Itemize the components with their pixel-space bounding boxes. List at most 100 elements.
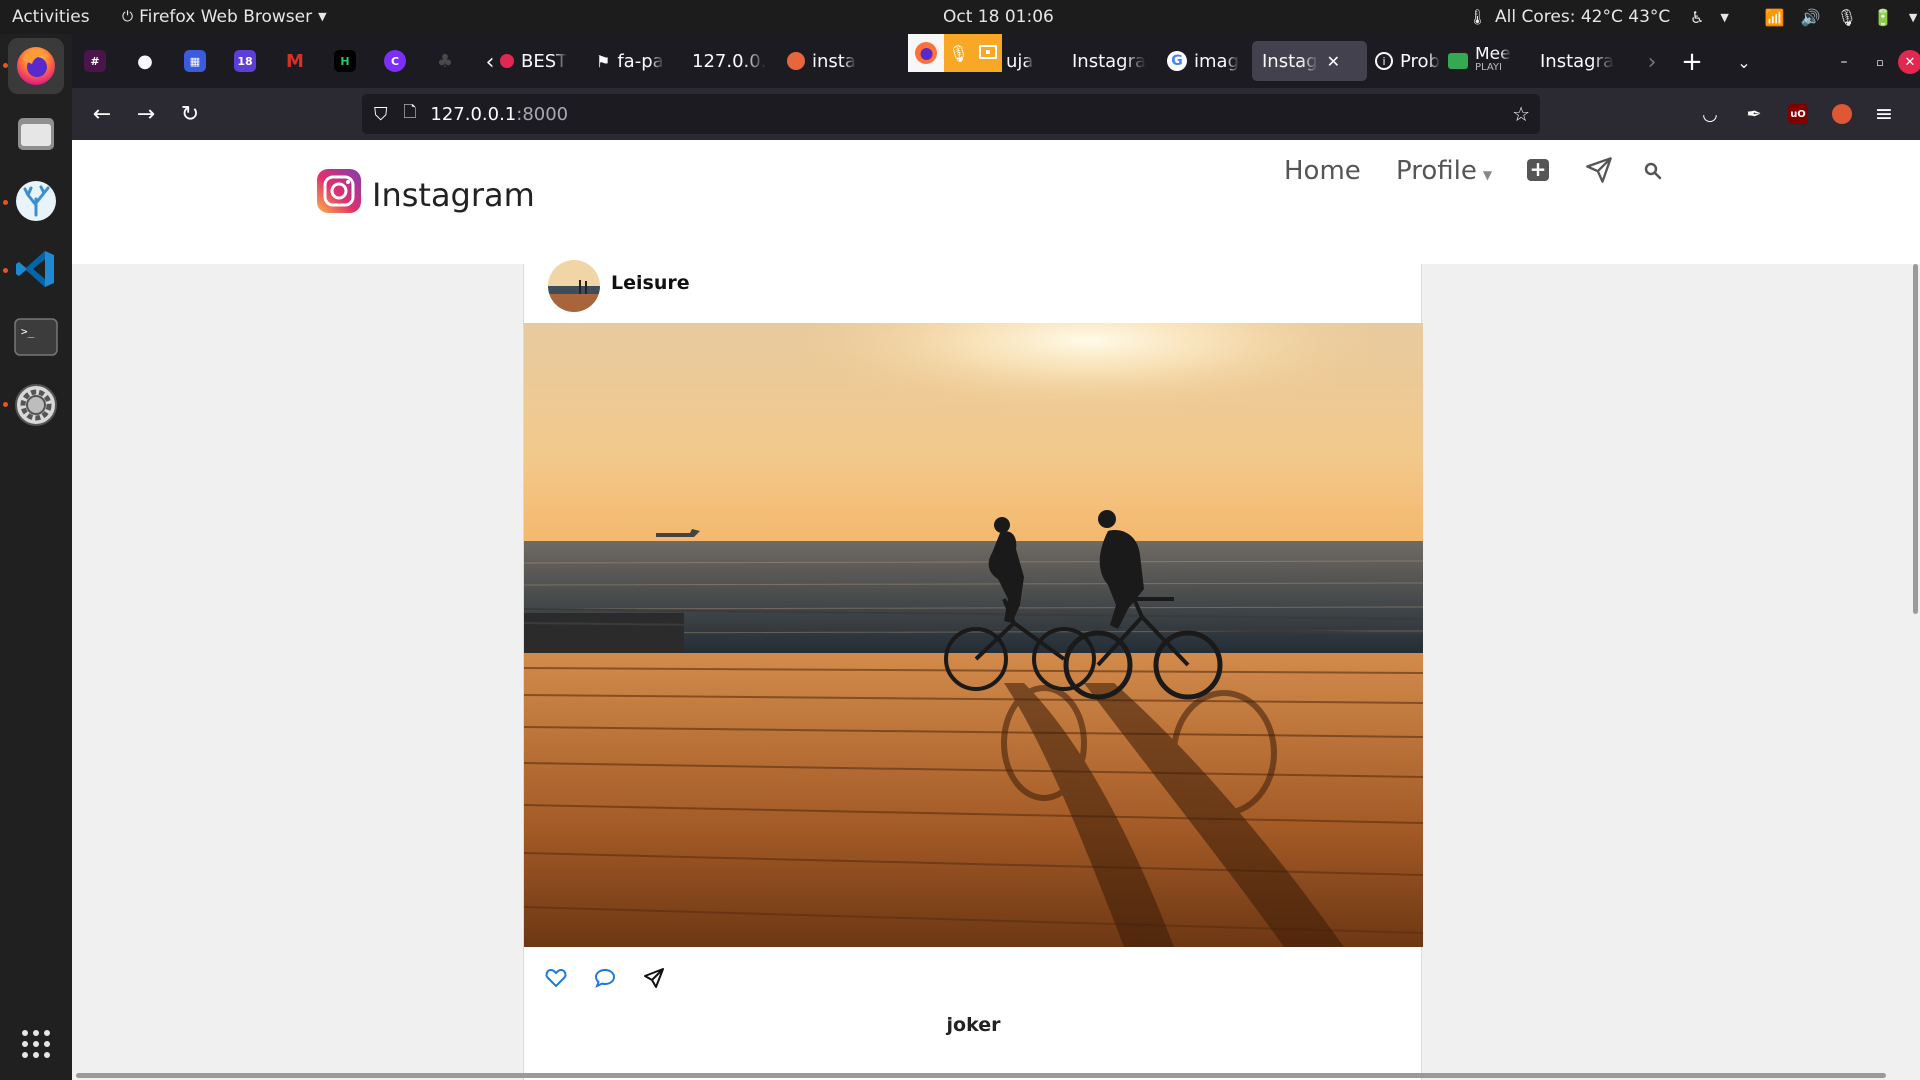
accessibility-icon[interactable]: ♿ (1690, 8, 1704, 27)
sharing-screen-icon (973, 34, 1002, 72)
tab-3[interactable]: 127.0.0. (692, 41, 788, 81)
bookmark-star-icon[interactable]: ☆ (1512, 102, 1530, 126)
firefox-small-icon: ⏻ (122, 9, 134, 25)
chevron-down-icon: ▼ (1908, 10, 1918, 24)
info-icon: i (1375, 52, 1393, 70)
coral-app-icon (16, 181, 56, 221)
tab-label: imag (1194, 50, 1239, 72)
caret-down-icon: ▼ (1482, 168, 1493, 182)
forward-icon[interactable]: → (130, 98, 162, 130)
like-heart-icon[interactable] (544, 966, 570, 992)
duckduckgo-extension-icon[interactable] (1826, 98, 1858, 130)
tab-7[interactable]: G imag (1167, 41, 1261, 81)
reload-icon[interactable]: ↻ (174, 98, 206, 130)
activities-button[interactable]: Activities (12, 0, 90, 34)
pinned-github-icon[interactable]: ● (134, 50, 156, 72)
tab-10[interactable]: Mee PLAYI (1448, 41, 1528, 81)
tab-11[interactable]: Instagra (1540, 41, 1620, 81)
dock: >_ (0, 34, 72, 1080)
system-top-bar: Activities ⏻ Firefox Web Browser ▼ Oct 1… (0, 0, 1920, 34)
comment-icon[interactable] (593, 966, 619, 992)
pocket-icon[interactable]: ◡ (1694, 98, 1726, 130)
tab-label: Instag (1262, 50, 1318, 72)
dock-settings[interactable] (8, 377, 64, 433)
tab-active[interactable]: Instag ✕ (1252, 41, 1367, 81)
tab-scroll-right-icon[interactable]: › (1636, 46, 1668, 78)
firefox-icon (17, 47, 55, 85)
restore-icon[interactable]: ▫ (1864, 46, 1896, 78)
new-post-icon[interactable]: + (1527, 159, 1549, 181)
pinned-slack-icon[interactable]: # (84, 50, 106, 72)
clock[interactable]: Oct 18 01:06 (943, 0, 1054, 34)
tab-favicon-icon (500, 54, 514, 68)
tab-label: fa-pa (617, 50, 664, 72)
tab-4[interactable]: insta (787, 41, 875, 81)
minimize-icon[interactable]: – (1828, 46, 1860, 78)
settings-gear-icon (15, 384, 57, 426)
tab-2[interactable]: ⚑ fa-pa (596, 41, 682, 81)
pinned-palm-icon[interactable]: ♣ (434, 50, 456, 72)
nav-home-link[interactable]: Home (1284, 156, 1361, 186)
close-window-icon[interactable]: ✕ (1898, 50, 1920, 74)
dock-app-coral[interactable] (8, 173, 64, 229)
chevron-down-icon: ▼ (1720, 10, 1729, 24)
tab-label: Mee (1475, 47, 1511, 61)
pinned-hackerrank-icon[interactable]: H (334, 50, 356, 72)
ublock-origin-icon[interactable]: uO (1782, 98, 1814, 130)
vertical-scrollbar[interactable] (1913, 264, 1918, 614)
close-tab-icon[interactable]: ✕ (1327, 52, 1340, 71)
post-username[interactable]: Leisure (611, 272, 690, 294)
url-host: 127.0.0.1 (430, 103, 517, 125)
tab-6[interactable]: Instagra (1072, 41, 1166, 81)
google-icon: G (1167, 51, 1187, 71)
volume-icon: 🔊 (1800, 7, 1821, 27)
terminal-icon: >_ (14, 318, 58, 356)
brand-name[interactable]: Instagram (372, 176, 535, 214)
show-applications-button[interactable] (8, 1016, 64, 1072)
pinned-calendar-icon[interactable]: 18 (234, 50, 256, 72)
search-icon[interactable] (1644, 162, 1662, 184)
app-menu[interactable]: ⏻ Firefox Web Browser ▼ (122, 0, 327, 34)
pinned-gmail-icon[interactable]: M (284, 50, 306, 72)
dock-terminal[interactable]: >_ (8, 309, 64, 365)
pinned-canva-icon[interactable]: C (384, 50, 406, 72)
url-bar[interactable]: ⛉ 🗋 127.0.0.1:8000 ☆ (362, 94, 1540, 134)
running-indicator (3, 268, 8, 273)
instagram-logo-icon[interactable] (316, 168, 362, 214)
tab-strip: # ● ▦ 18 M H C ♣ ‹ BEST ⚑ fa-pa 127.0.0.… (72, 34, 1920, 88)
post-avatar[interactable] (548, 260, 600, 312)
new-tab-icon[interactable]: + (1676, 46, 1708, 78)
running-indicator (3, 63, 8, 68)
dock-firefox[interactable] (8, 38, 64, 94)
tab-1[interactable]: BEST (500, 41, 578, 81)
svg-text:>_: >_ (21, 325, 35, 338)
dock-vscode[interactable] (8, 241, 64, 297)
running-indicator (3, 200, 8, 205)
tab-label: uja (1006, 50, 1034, 72)
cpu-temp-indicator[interactable]: 🌡 All Cores: 42°C 43°C (1468, 0, 1670, 34)
direct-message-icon[interactable] (1585, 156, 1613, 188)
sharing-indicator[interactable]: 🎙 (908, 34, 1002, 72)
tab-label: insta (812, 50, 856, 72)
share-paper-plane-icon[interactable] (642, 966, 668, 992)
list-all-tabs-icon[interactable]: ⌄ (1728, 46, 1760, 78)
battery-icon: 🔋 (1872, 7, 1893, 27)
hamburger-menu-icon[interactable]: ≡ (1868, 98, 1900, 130)
pinned-dashboard-icon[interactable]: ▦ (184, 50, 206, 72)
tab-label: BEST (521, 50, 568, 72)
shield-icon[interactable]: ⛉ (374, 104, 388, 125)
dock-files[interactable] (8, 106, 64, 162)
tab-label: Instagra (1072, 50, 1147, 72)
vscode-icon (16, 251, 54, 287)
microphone-icon: 🎙 (1836, 7, 1857, 27)
system-tray[interactable]: ♿ ▼ 📶 🔊 🎙 🔋 ▼ (1690, 0, 1917, 34)
back-icon[interactable]: ← (86, 98, 118, 130)
post-card: Leisure joker (523, 260, 1424, 1080)
post-photo[interactable] (523, 323, 1424, 947)
extension-icon[interactable]: ✒ (1738, 98, 1770, 130)
site-navbar: Instagram Home Profile ▼ + (72, 140, 1920, 264)
sharing-firefox-icon (908, 34, 944, 72)
tab-5[interactable]: uja (1006, 41, 1066, 81)
horizontal-scrollbar[interactable] (76, 1073, 1886, 1078)
nav-profile-dropdown[interactable]: Profile ▼ (1396, 156, 1492, 186)
